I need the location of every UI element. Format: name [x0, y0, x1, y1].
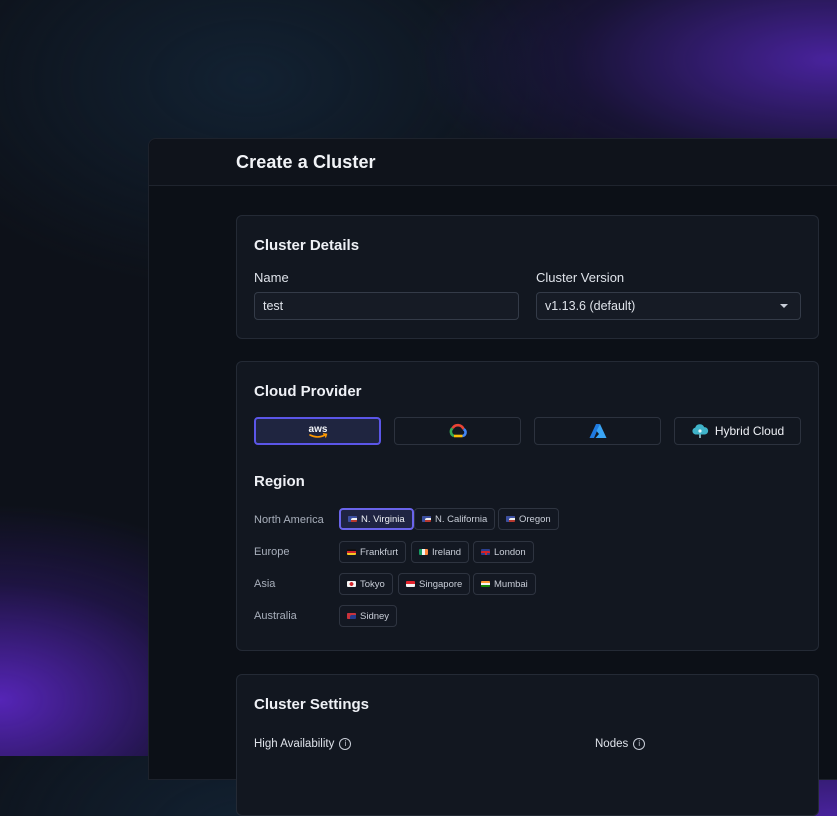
- chevron-down-icon: [780, 304, 788, 308]
- us-flag-icon: [506, 516, 515, 522]
- region-chip-ireland[interactable]: Ireland: [411, 541, 470, 563]
- india-flag-icon: [481, 581, 490, 587]
- region-chip-label: Sidney: [360, 610, 390, 622]
- us-flag-icon: [348, 516, 357, 522]
- nodes-label: Nodes i: [595, 738, 646, 750]
- create-cluster-window: Create a Cluster Cluster Details Name te…: [148, 138, 837, 816]
- region-chip-label: Tokyo: [360, 578, 385, 590]
- name-input[interactable]: test: [254, 292, 519, 320]
- provider-hybrid-cloud-button[interactable]: Hybrid Cloud: [674, 417, 801, 445]
- australia-flag-icon: [347, 613, 356, 619]
- region-title: Region: [254, 473, 305, 490]
- region-group-north-america: North America: [254, 514, 324, 526]
- region-chip-oregon[interactable]: Oregon: [498, 508, 559, 530]
- japan-flag-icon: [347, 581, 356, 587]
- region-chip-label: Ireland: [432, 546, 462, 558]
- window-header: Create a Cluster: [149, 139, 837, 186]
- region-chip-sidney[interactable]: Sidney: [339, 605, 398, 627]
- region-chip-label: Singapore: [419, 578, 463, 590]
- us-flag-icon: [422, 516, 431, 522]
- region-chip-frankfurt[interactable]: Frankfurt: [339, 541, 407, 563]
- region-chip-label: Frankfurt: [360, 546, 399, 558]
- provider-google-cloud-button[interactable]: [394, 417, 521, 445]
- region-chip-mumbai[interactable]: Mumbai: [473, 573, 536, 595]
- region-chip-n-california[interactable]: N. California: [414, 508, 496, 530]
- region-group-europe: Europe: [254, 546, 290, 558]
- region-chip-label: London: [494, 546, 526, 558]
- region-chip-london[interactable]: London: [473, 541, 534, 563]
- cluster-details-title: Cluster Details: [254, 237, 360, 254]
- cluster-version-select[interactable]: v1.13.6 (default): [536, 292, 801, 320]
- azure-logo-icon: [589, 424, 606, 438]
- germany-flag-icon: [347, 549, 356, 555]
- high-availability-label: High Availability i: [254, 738, 352, 750]
- region-group-asia: Asia: [254, 578, 276, 590]
- region-chip-label: N. California: [435, 513, 488, 525]
- info-icon[interactable]: i: [339, 738, 352, 750]
- cloud-provider-title: Cloud Provider: [254, 383, 362, 400]
- info-icon[interactable]: i: [633, 738, 646, 750]
- region-chip-label: Oregon: [519, 513, 551, 525]
- nodes-text: Nodes: [595, 738, 629, 750]
- cluster-details-card: Cluster Details Name test Cluster Versio…: [236, 215, 819, 339]
- region-chip-n-virginia[interactable]: N. Virginia: [339, 508, 414, 530]
- cluster-version-value: v1.13.6 (default): [545, 299, 636, 313]
- provider-aws-button[interactable]: aws: [254, 417, 381, 445]
- hybrid-cloud-icon: [692, 424, 708, 438]
- ireland-flag-icon: [419, 549, 428, 555]
- name-label: Name: [254, 270, 289, 285]
- region-chip-singapore[interactable]: Singapore: [398, 573, 471, 595]
- aws-logo-text: aws: [308, 424, 327, 435]
- region-chip-label: N. Virginia: [361, 513, 405, 525]
- aws-logo-icon: aws: [308, 424, 327, 438]
- uk-flag-icon: [481, 549, 490, 555]
- cluster-settings-title: Cluster Settings: [254, 696, 370, 713]
- hybrid-cloud-label: Hybrid Cloud: [714, 424, 785, 438]
- region-group-australia: Australia: [254, 610, 297, 622]
- region-chip-label: Mumbai: [494, 578, 528, 590]
- region-chip-tokyo[interactable]: Tokyo: [339, 573, 393, 595]
- provider-azure-button[interactable]: [534, 417, 661, 445]
- cluster-version-label: Cluster Version: [536, 270, 625, 285]
- high-availability-text: High Availability: [254, 738, 335, 750]
- page-title: Create a Cluster: [236, 152, 376, 172]
- cluster-settings-card: Cluster Settings High Availability i Node…: [236, 674, 819, 816]
- singapore-flag-icon: [406, 581, 415, 587]
- google-cloud-logo-icon: [449, 423, 467, 438]
- cloud-provider-card: Cloud Provider aws Hybrid Cloud Region N…: [236, 361, 819, 651]
